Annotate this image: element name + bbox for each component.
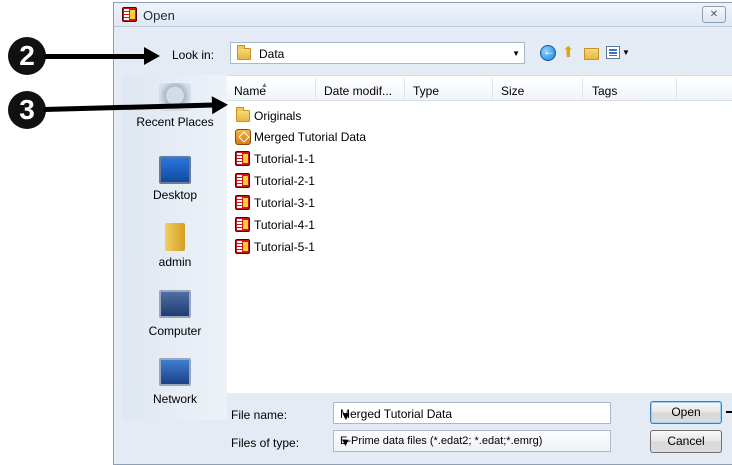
chevron-down-icon[interactable]: ▼ xyxy=(340,437,604,449)
file-type-label: Files of type: xyxy=(231,436,300,450)
look-in-dropdown[interactable]: Data ▼ xyxy=(230,42,525,64)
title-bar: Open ✕ xyxy=(114,3,732,27)
column-divider[interactable] xyxy=(404,78,405,99)
column-header-size[interactable]: Size xyxy=(501,84,524,98)
eprime-data-file-icon xyxy=(235,195,250,210)
look-in-label: Look in: xyxy=(172,48,215,62)
file-name-label: File name: xyxy=(231,408,288,422)
folder-icon xyxy=(237,45,251,60)
place-label: Desktop xyxy=(152,188,198,202)
eprime-data-file-icon xyxy=(235,151,250,166)
views-menu-icon[interactable]: ▼ xyxy=(622,48,638,64)
eprime-data-file-icon xyxy=(235,173,250,188)
close-button[interactable]: ✕ xyxy=(702,6,726,23)
desktop-icon xyxy=(159,156,191,184)
folder-icon xyxy=(236,107,250,122)
eprime-data-file-icon xyxy=(235,217,250,232)
file-name: Tutorial-4-1 xyxy=(254,218,315,232)
merged-data-file-icon xyxy=(235,129,251,145)
callout-number: 3 xyxy=(8,91,46,129)
column-header-tags[interactable]: Tags xyxy=(592,84,617,98)
column-headers: Name ▲ Date modif... Type Size Tags xyxy=(227,76,732,101)
column-divider[interactable] xyxy=(676,78,677,99)
column-header-date-modified[interactable]: Date modif... xyxy=(324,84,392,98)
arrow-right-icon xyxy=(144,47,160,65)
cancel-button[interactable]: Cancel xyxy=(650,430,722,453)
place-label: admin xyxy=(158,255,192,269)
look-in-value: Data xyxy=(259,47,285,61)
arrow-right-icon xyxy=(211,95,229,115)
file-type-dropdown[interactable]: E-Prime data files (*.edat2; *.edat;*.em… xyxy=(333,430,611,452)
list-item-tutorial-1-1[interactable]: Tutorial-1-1 xyxy=(235,150,535,168)
list-item-tutorial-4-1[interactable]: Tutorial-4-1 xyxy=(235,216,535,234)
file-name: Tutorial-5-1 xyxy=(254,240,315,254)
place-label: Recent Places xyxy=(136,115,214,129)
file-name: Originals xyxy=(254,109,302,123)
column-divider[interactable] xyxy=(582,78,583,99)
eprime-data-file-icon xyxy=(235,239,250,254)
file-name: Merged Tutorial Data xyxy=(254,130,367,144)
list-item-tutorial-3-1[interactable]: Tutorial-3-1 xyxy=(235,194,535,212)
callout-arrow-line xyxy=(44,54,146,59)
list-item-merged-tutorial-data[interactable]: Merged Tutorial Data xyxy=(235,128,535,146)
chevron-down-icon[interactable]: ▼ xyxy=(340,409,604,423)
file-name: Tutorial-2-1 xyxy=(254,174,315,188)
callout-number: 2 xyxy=(8,37,46,75)
new-folder-icon[interactable] xyxy=(584,48,599,60)
file-name: Tutorial-3-1 xyxy=(254,196,315,210)
open-dialog: Open ✕ Look in: Data ▼ ⬆ ▼ Recent Places… xyxy=(113,2,732,465)
dialog-title: Open xyxy=(143,8,175,23)
open-button[interactable]: Open xyxy=(650,401,722,424)
place-label: Network xyxy=(152,392,197,406)
up-folder-icon[interactable]: ⬆ xyxy=(562,43,578,61)
computer-icon xyxy=(159,290,191,318)
list-item-originals[interactable]: Originals xyxy=(235,107,535,125)
list-item-tutorial-5-1[interactable]: Tutorial-5-1 xyxy=(235,238,535,256)
arrow-icon xyxy=(726,411,732,413)
list-item-tutorial-2-1[interactable]: Tutorial-2-1 xyxy=(235,172,535,190)
column-divider[interactable] xyxy=(492,78,493,99)
column-header-name[interactable]: Name ▲ xyxy=(234,82,268,98)
file-list[interactable]: Name ▲ Date modif... Type Size Tags Orig… xyxy=(227,75,732,393)
place-label: Computer xyxy=(148,324,202,338)
file-name-field[interactable]: Merged Tutorial Data ▼ xyxy=(333,402,611,424)
file-name: Tutorial-1-1 xyxy=(254,152,315,166)
column-header-type[interactable]: Type xyxy=(413,84,439,98)
user-folder-icon xyxy=(165,223,185,251)
views-icon[interactable] xyxy=(606,46,620,59)
back-icon[interactable] xyxy=(540,44,556,61)
column-divider[interactable] xyxy=(315,78,316,99)
network-icon xyxy=(159,358,191,386)
chevron-down-icon[interactable]: ▼ xyxy=(512,49,520,58)
places-bar: Recent Places Desktop admin Computer Net… xyxy=(123,75,227,420)
eprime-app-icon xyxy=(122,7,137,22)
sort-ascending-icon: ▲ xyxy=(261,82,268,89)
